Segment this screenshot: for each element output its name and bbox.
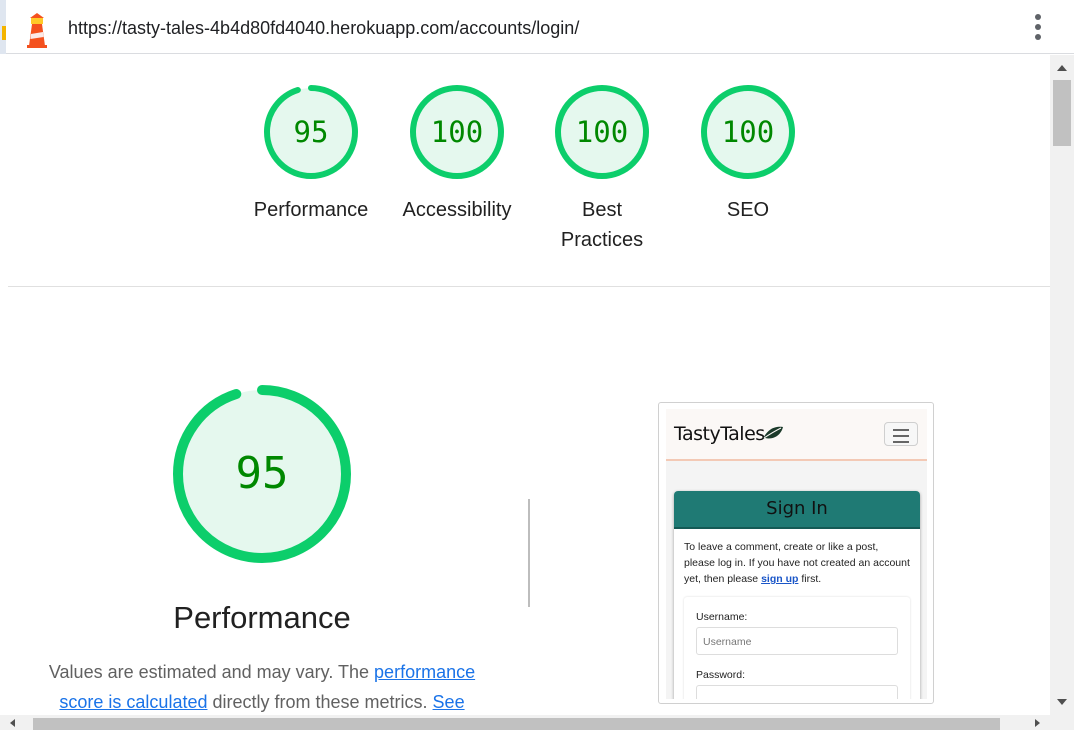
scrollbar-thumb[interactable] (33, 718, 1000, 730)
password-label: Password: (696, 669, 746, 681)
lighthouse-report: 95 Performance 100 Accessibility 100 Bes… (8, 55, 1050, 715)
window-edge (0, 0, 6, 54)
gauge-score: 100 (576, 115, 628, 149)
gauge-ring: 95 (264, 85, 358, 179)
gauge-score: 100 (722, 115, 774, 149)
score-gauges: 95 Performance 100 Accessibility 100 Bes… (8, 55, 1050, 287)
intro-text: first. (798, 573, 822, 585)
gauge-score: 100 (431, 115, 483, 149)
performance-description: Values are estimated and may vary. The p… (38, 657, 486, 715)
gauge-ring: 100 (555, 85, 649, 179)
scroll-down-icon[interactable] (1057, 699, 1067, 705)
address-bar: https://tasty-tales-4b4d80fd4040.herokua… (0, 0, 1074, 54)
vertical-scrollbar[interactable] (1050, 55, 1074, 715)
performance-title: Performance (173, 600, 351, 635)
performance-score: 95 (236, 448, 289, 499)
desc-text: Values are estimated and may vary. The (48, 662, 375, 682)
scroll-right-icon[interactable] (1035, 719, 1040, 727)
username-field: Username (696, 627, 898, 655)
gauge-accessibility[interactable]: 100 Accessibility (392, 83, 522, 225)
signup-link: sign up (761, 573, 799, 585)
gauge-ring: 100 (410, 85, 504, 179)
scroll-up-icon[interactable] (1057, 65, 1067, 71)
gauge-performance[interactable]: 95 Performance (246, 83, 376, 225)
lighthouse-icon (27, 13, 47, 48)
signin-title: Sign In (674, 491, 920, 529)
performance-gauge-large: 95 (173, 385, 351, 563)
username-label: Username: (696, 611, 748, 623)
site-brand: TastyTales (674, 423, 765, 445)
gauge-score: 95 (294, 115, 329, 149)
divider (528, 499, 530, 607)
gauge-label: Best Practices (560, 199, 644, 251)
site-navbar: TastyTales (666, 409, 927, 461)
desc-text: directly from these metrics. (207, 692, 433, 712)
gauge-ring: 100 (701, 85, 795, 179)
kebab-menu-icon[interactable] (1030, 14, 1046, 44)
scrollbar-thumb[interactable] (1053, 80, 1071, 146)
password-field (696, 685, 898, 699)
signin-intro: To leave a comment, create or like a pos… (674, 529, 920, 587)
url-text[interactable]: https://tasty-tales-4b4d80fd4040.herokua… (68, 18, 579, 39)
horizontal-scrollbar[interactable] (0, 715, 1074, 730)
gauge-label: Performance (253, 199, 369, 221)
gauge-seo[interactable]: 100 SEO (683, 83, 813, 225)
hamburger-icon (884, 422, 918, 446)
gauge-label: SEO (726, 199, 770, 221)
final-screenshot[interactable]: TastyTales Sign In To leave a comment, c… (658, 402, 934, 704)
signin-form: Username: Username Password: (684, 597, 910, 699)
see-link[interactable]: See (433, 692, 465, 712)
signin-card: Sign In To leave a comment, create or li… (674, 491, 920, 699)
gauge-best-practices[interactable]: 100 Best Practices (537, 83, 667, 255)
leaf-icon (763, 426, 783, 439)
scroll-left-icon[interactable] (10, 719, 15, 727)
gauge-label: Accessibility (402, 199, 512, 221)
screenshot-page: TastyTales Sign In To leave a comment, c… (666, 409, 927, 699)
